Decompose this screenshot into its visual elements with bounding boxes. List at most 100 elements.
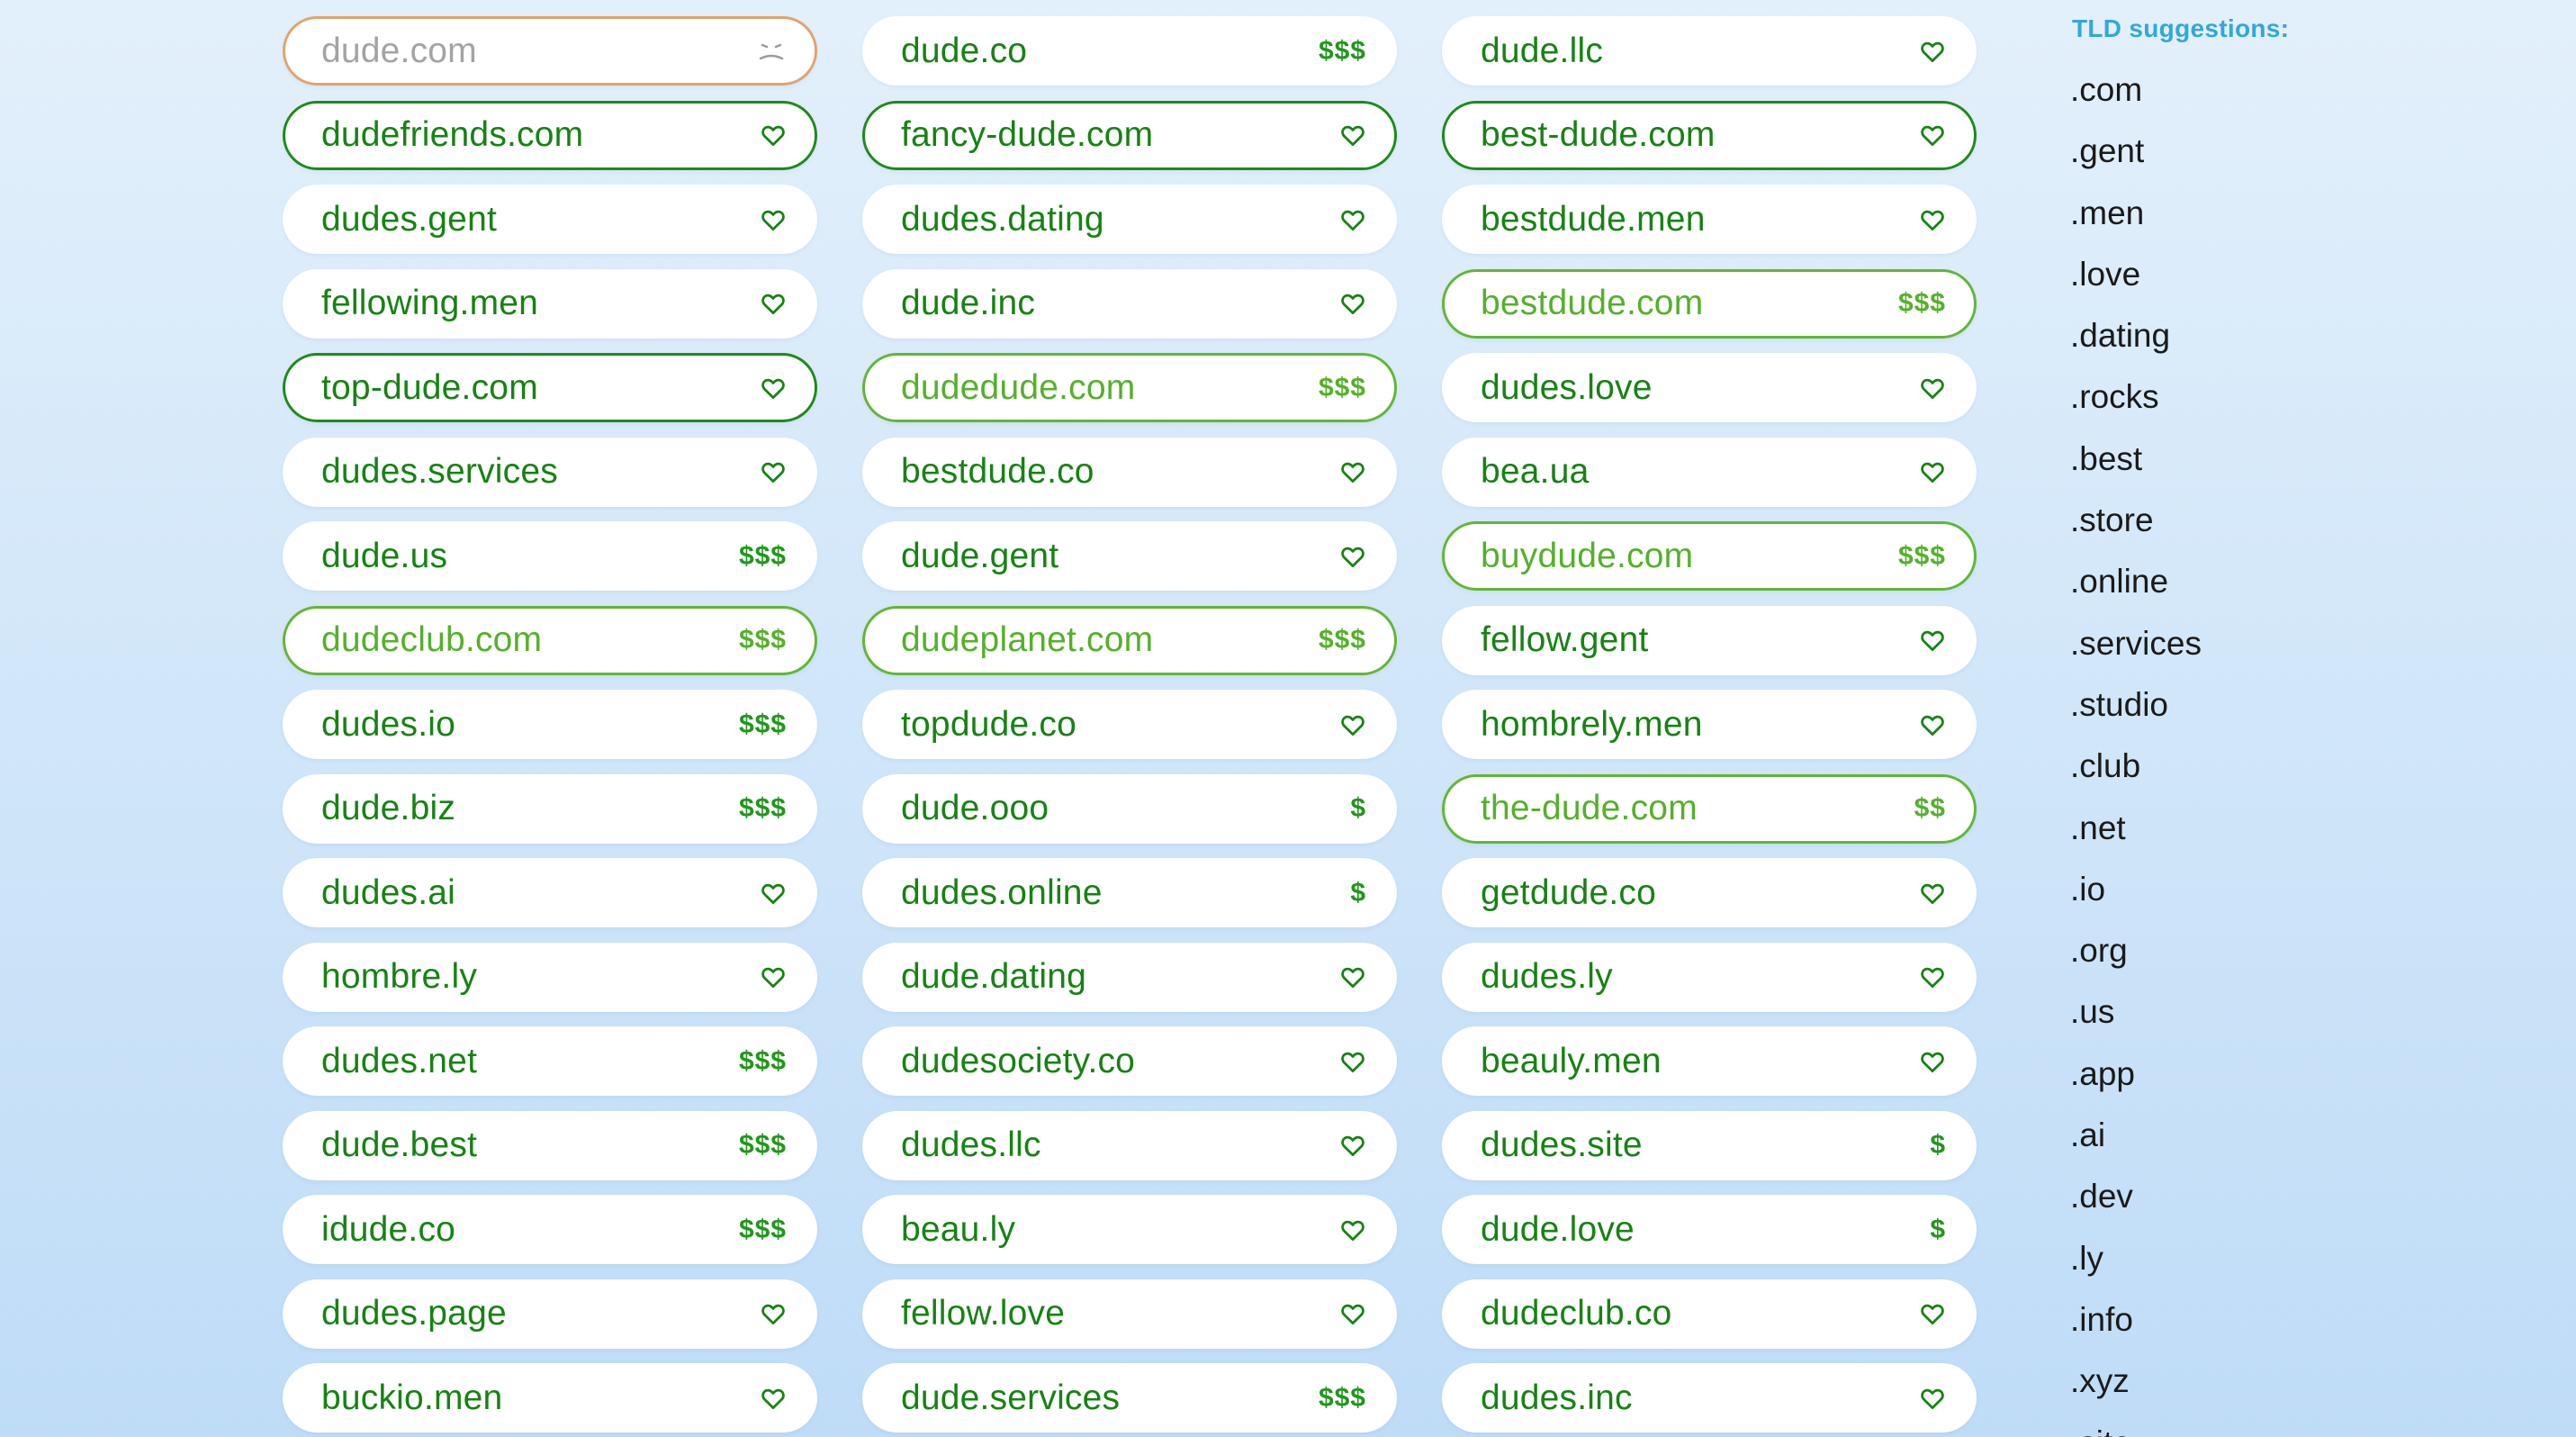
heart-icon[interactable] xyxy=(760,375,787,402)
heart-icon[interactable] xyxy=(760,290,787,317)
heart-icon[interactable] xyxy=(1339,458,1366,485)
heart-icon[interactable] xyxy=(1339,543,1366,570)
domain-pill[interactable]: fellowing.men xyxy=(283,268,817,339)
domain-pill[interactable]: dudes.llc xyxy=(862,1110,1397,1180)
tld-suggestion-item[interactable]: .ai xyxy=(2070,1105,2538,1166)
tld-suggestion-item[interactable]: .men xyxy=(2070,183,2538,244)
heart-icon[interactable] xyxy=(1339,206,1366,233)
heart-icon[interactable] xyxy=(760,1385,787,1412)
tld-suggestion-item[interactable]: .net xyxy=(2070,798,2538,859)
tld-suggestion-item[interactable]: .services xyxy=(2070,613,2538,674)
heart-icon[interactable] xyxy=(760,1300,787,1327)
heart-icon[interactable] xyxy=(1919,1048,1946,1075)
domain-pill[interactable]: dudes.site $ xyxy=(1442,1110,1977,1180)
domain-pill[interactable]: topdude.co xyxy=(862,690,1397,759)
domain-pill[interactable]: dudeclub.co xyxy=(1442,1279,1977,1349)
domain-pill[interactable]: hombre.ly xyxy=(283,942,817,1012)
heart-icon[interactable] xyxy=(1339,1132,1366,1159)
tld-suggestion-item[interactable]: .love xyxy=(2070,244,2538,305)
heart-icon[interactable] xyxy=(1919,1300,1946,1327)
heart-icon[interactable] xyxy=(1919,458,1946,485)
domain-pill[interactable]: dude.dating xyxy=(862,942,1397,1012)
domain-pill[interactable]: dude.llc xyxy=(1442,16,1977,86)
tld-suggestion-item[interactable]: .io xyxy=(2070,859,2538,920)
tld-suggestion-item[interactable]: .com xyxy=(2070,59,2538,121)
domain-pill[interactable]: dudefriends.com xyxy=(283,100,817,170)
domain-pill[interactable]: dudes.online $ xyxy=(862,858,1397,927)
heart-icon[interactable] xyxy=(760,458,787,485)
heart-icon[interactable] xyxy=(1339,122,1366,149)
heart-icon[interactable] xyxy=(1919,375,1946,402)
domain-pill[interactable]: dude.inc xyxy=(862,268,1397,339)
heart-icon[interactable] xyxy=(1339,290,1366,317)
tld-suggestion-item[interactable]: .site xyxy=(2070,1413,2538,1437)
domain-pill[interactable]: bestdude.men xyxy=(1442,185,1977,254)
tld-suggestion-item[interactable]: .dating xyxy=(2070,305,2538,366)
heart-icon[interactable] xyxy=(1919,963,1946,990)
domain-pill[interactable]: idude.co $$$ xyxy=(283,1195,817,1264)
domain-pill[interactable]: dude.gent xyxy=(862,521,1397,591)
heart-icon[interactable] xyxy=(1339,1048,1366,1075)
domain-pill[interactable]: beauly.men xyxy=(1442,1026,1977,1096)
domain-pill[interactable]: dudes.ly xyxy=(1442,942,1977,1012)
tld-suggestion-item[interactable]: .online xyxy=(2070,551,2538,612)
domain-pill[interactable]: dude.us $$$ xyxy=(283,521,817,591)
domain-pill[interactable]: bestdude.com $$$ xyxy=(1442,268,1977,339)
domain-pill[interactable]: dude.services $$$ xyxy=(862,1363,1397,1432)
domain-pill[interactable]: dudeplanet.com $$$ xyxy=(862,605,1397,675)
domain-pill[interactable]: top-dude.com xyxy=(283,353,817,422)
tld-suggestion-item[interactable]: .app xyxy=(2070,1044,2538,1105)
domain-pill[interactable]: dudes.gent xyxy=(283,185,817,254)
tld-suggestion-item[interactable]: .rocks xyxy=(2070,366,2538,428)
tld-suggestion-item[interactable]: .info xyxy=(2070,1289,2538,1351)
tld-suggestion-item[interactable]: .xyz xyxy=(2070,1351,2538,1412)
domain-pill[interactable]: dudes.services xyxy=(283,437,817,507)
domain-pill[interactable]: fancy-dude.com xyxy=(862,100,1397,170)
domain-pill[interactable]: dudeclub.com $$$ xyxy=(283,605,817,675)
tld-suggestion-item[interactable]: .org xyxy=(2070,920,2538,981)
domain-pill[interactable]: dude.co $$$ xyxy=(862,16,1397,86)
domain-pill[interactable]: dudes.dating xyxy=(862,185,1397,254)
heart-icon[interactable] xyxy=(760,122,787,149)
domain-pill[interactable]: bestdude.co xyxy=(862,437,1397,507)
domain-pill[interactable]: buckio.men xyxy=(283,1363,817,1432)
domain-pill[interactable]: fellow.gent xyxy=(1442,605,1977,675)
domain-pill[interactable]: beau.ly xyxy=(862,1195,1397,1264)
domain-pill[interactable]: dudes.net $$$ xyxy=(283,1026,817,1096)
domain-pill[interactable]: best-dude.com xyxy=(1442,100,1977,170)
heart-icon[interactable] xyxy=(1919,627,1946,654)
domain-pill[interactable]: dude.ooo $ xyxy=(862,773,1397,844)
tld-suggestion-item[interactable]: .best xyxy=(2070,429,2538,490)
domain-pill[interactable]: dude.biz $$$ xyxy=(283,773,817,844)
heart-icon[interactable] xyxy=(760,880,787,907)
domain-pill[interactable]: getdude.co xyxy=(1442,858,1977,927)
domain-pill[interactable]: buydude.com $$$ xyxy=(1442,521,1977,591)
domain-pill[interactable]: dudes.io $$$ xyxy=(283,690,817,759)
heart-icon[interactable] xyxy=(1339,963,1366,990)
domain-pill[interactable]: dudedude.com $$$ xyxy=(862,353,1397,422)
heart-icon[interactable] xyxy=(1919,880,1946,907)
heart-icon[interactable] xyxy=(1339,711,1366,738)
heart-icon[interactable] xyxy=(760,206,787,233)
tld-suggestion-item[interactable]: .us xyxy=(2070,981,2538,1043)
domain-pill[interactable]: bea.ua xyxy=(1442,437,1977,507)
tld-suggestion-item[interactable]: .ly xyxy=(2070,1228,2538,1289)
domain-pill[interactable]: dudes.ai xyxy=(283,858,817,927)
heart-icon[interactable] xyxy=(1339,1216,1366,1243)
domain-pill[interactable]: dude.love $ xyxy=(1442,1195,1977,1264)
heart-icon[interactable] xyxy=(1919,38,1946,65)
domain-pill[interactable]: dudes.love xyxy=(1442,353,1977,422)
domain-pill[interactable]: fellow.love xyxy=(862,1279,1397,1349)
heart-icon[interactable] xyxy=(1919,122,1946,149)
tld-suggestion-item[interactable]: .dev xyxy=(2070,1166,2538,1227)
domain-pill[interactable]: dudes.inc xyxy=(1442,1363,1977,1432)
tld-suggestion-item[interactable]: .studio xyxy=(2070,674,2538,736)
domain-pill[interactable]: dudesociety.co xyxy=(862,1026,1397,1096)
domain-pill[interactable]: dude.best $$$ xyxy=(283,1110,817,1180)
domain-pill[interactable]: dudes.page xyxy=(283,1279,817,1349)
heart-icon[interactable] xyxy=(1919,711,1946,738)
heart-icon[interactable] xyxy=(760,963,787,990)
tld-suggestion-item[interactable]: .store xyxy=(2070,490,2538,551)
heart-icon[interactable] xyxy=(1919,1385,1946,1412)
tld-suggestion-item[interactable]: .gent xyxy=(2070,121,2538,182)
